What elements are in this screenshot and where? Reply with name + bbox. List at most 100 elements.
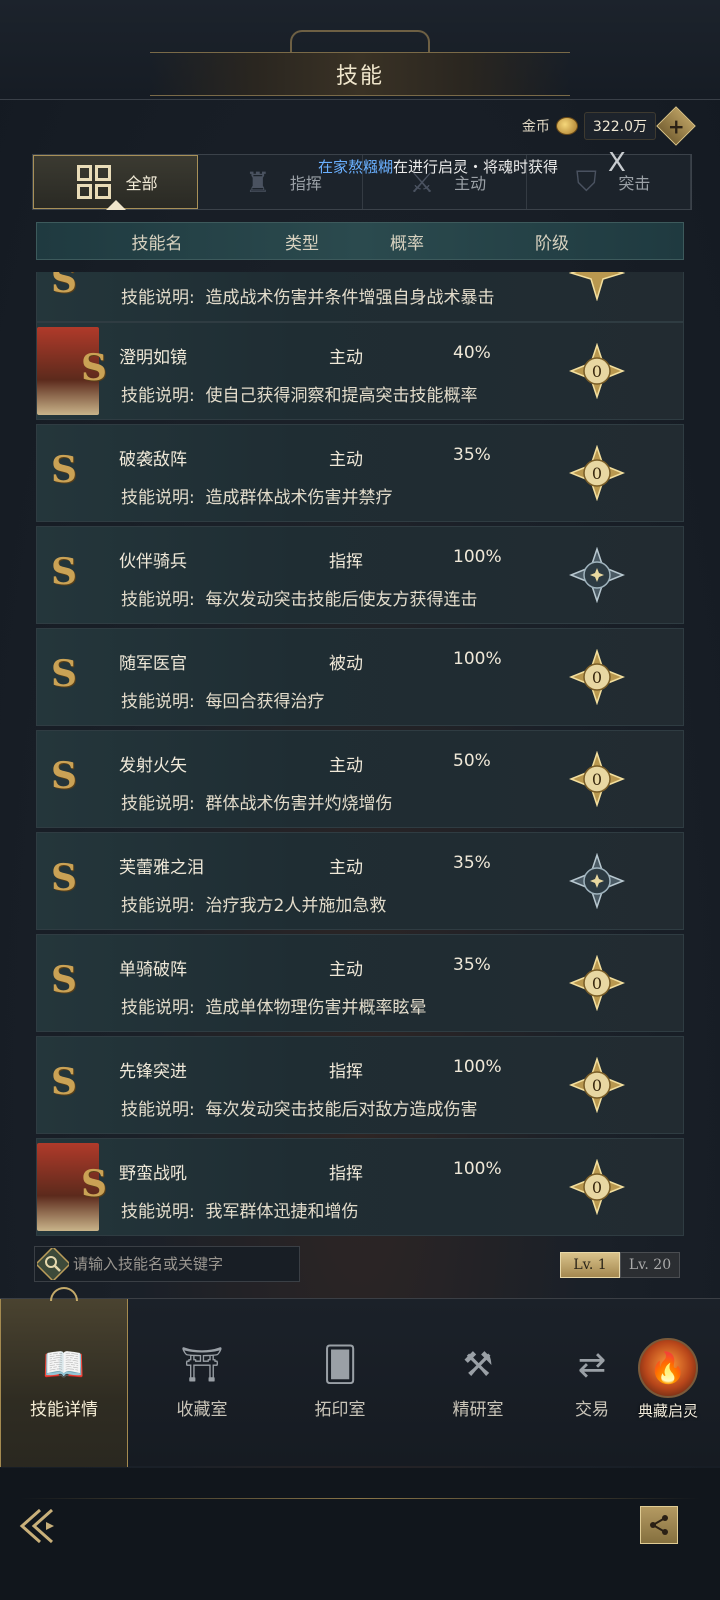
nav-rubbing-room[interactable]: 🂠 拓印室 (276, 1299, 404, 1467)
hammer-icon: ⚒ (462, 1345, 494, 1385)
skill-description: 技能说明: 使自己获得洞察和提高突击技能概率 (121, 381, 478, 406)
nav-collection-room[interactable]: ⛩ 收藏室 (138, 1299, 266, 1467)
title-ornament-knot (290, 30, 430, 54)
ticker-close-button[interactable]: X (608, 148, 626, 178)
tab-active-caret (105, 200, 126, 210)
cards-icon: 🂠 (322, 1345, 358, 1385)
skill-rate: 100% (453, 547, 502, 567)
skill-row[interactable]: S 伙伴骑兵 指挥 100% 技能说明: 每次发动突击技能后使友方获得连击 (36, 526, 684, 624)
ticker-message: 在进行启灵・将魂时获得 (393, 158, 559, 176)
s-rank-badge: S (51, 551, 77, 593)
skill-row[interactable]: S 随军医官 被动 100% 技能说明: 每回合获得治疗 0 (36, 628, 684, 726)
share-button[interactable] (640, 1506, 678, 1544)
skill-row[interactable]: S 澄明如镜 主动 40% 技能说明: 使自己获得洞察和提高突击技能概率 0 (36, 322, 684, 420)
s-rank-badge: S (81, 1163, 107, 1205)
skill-description-text: 治疗我方2人并施加急救 (205, 896, 387, 916)
skill-description-text: 造成群体战术伤害并禁疗 (205, 488, 393, 508)
skill-rate: 100% (453, 1057, 502, 1077)
collection-awaken-button[interactable]: 🔥 典藏启灵 (628, 1338, 708, 1438)
rank-emblem-icon[interactable]: 0 (569, 445, 625, 501)
search-icon[interactable] (37, 1248, 69, 1280)
skill-rate: 35% (453, 853, 491, 873)
skill-description-prefix: 技能说明: (121, 488, 195, 508)
skill-type: 主动 (329, 960, 363, 980)
title-banner: 技能 (150, 52, 570, 96)
tower-icon: ♜ (245, 165, 271, 199)
gold-label: 金币 (521, 119, 550, 135)
grid-icon (74, 162, 114, 202)
rank-emblem-icon[interactable]: 0 (569, 955, 625, 1011)
rank-level-text: 0 (592, 974, 602, 993)
level-20-button[interactable]: Lv. 20 (620, 1252, 680, 1278)
skill-description: 技能说明: 造成群体战术伤害并禁疗 (121, 483, 393, 508)
rank-emblem-icon[interactable] (569, 853, 625, 909)
gold-currency: 金币 322.0万 + (521, 106, 696, 146)
skill-description-text: 造成单体物理伤害并概率眩晕 (205, 998, 427, 1018)
skill-row[interactable]: S 单骑破阵 主动 35% 技能说明: 造成单体物理伤害并概率眩晕 0 (36, 934, 684, 1032)
s-rank-badge: S (51, 857, 77, 899)
plus-icon: + (667, 113, 685, 138)
nav-label: 技能详情 (30, 1400, 98, 1420)
skill-rate: 100% (453, 1159, 502, 1179)
skill-description-text: 使自己获得洞察和提高突击技能概率 (205, 386, 478, 406)
nav-trade[interactable]: ⇄ 交易 (552, 1299, 632, 1467)
skill-type: 主动 (329, 450, 363, 470)
search-input[interactable] (73, 1255, 293, 1273)
gate-icon: ⛩ (180, 1345, 224, 1385)
share-icon (650, 1515, 668, 1535)
rank-level-text: 0 (592, 668, 602, 687)
s-rank-badge: S (51, 755, 77, 797)
skill-description: 技能说明: 治疗我方2人并施加急救 (121, 891, 386, 916)
skill-description-prefix: 技能说明: (121, 386, 195, 406)
rank-emblem-icon[interactable]: 0 (569, 343, 625, 399)
coin-icon (555, 117, 578, 135)
skill-rate: 100% (453, 649, 502, 669)
header-name: 技能名 (131, 233, 183, 254)
skill-row-partial[interactable]: S 技能说明: 造成战术伤害并条件增强自身战术暴击 (36, 272, 684, 322)
rank-emblem-icon[interactable]: 0 (569, 751, 625, 807)
skill-description-text: 每回合获得治疗 (205, 692, 325, 712)
skill-row[interactable]: S 野蛮战吼 指挥 100% 技能说明: 我军群体迅捷和增伤 0 (36, 1138, 684, 1236)
skill-description: 技能说明: 造成战术伤害并条件增强自身战术暴击 (121, 288, 495, 308)
header-rank: 阶级 (535, 233, 569, 254)
nav-active-caret (50, 1287, 78, 1301)
skill-row[interactable]: S 先锋突进 指挥 100% 技能说明: 每次发动突击技能后对敌方造成伤害 0 (36, 1036, 684, 1134)
skill-row[interactable]: S 破袭敌阵 主动 35% 技能说明: 造成群体战术伤害并禁疗 0 (36, 424, 684, 522)
s-rank-badge: S (81, 347, 107, 389)
add-gold-button[interactable]: + (656, 106, 696, 146)
bottom-nav: 📖 技能详情 ⛩ 收藏室 🂠 拓印室 ⚒ 精研室 ⇄ 交易 (0, 1287, 720, 1467)
skill-description-prefix: 技能说明: (121, 794, 195, 814)
skill-name: 随军医官 (119, 654, 187, 674)
nav-label: 交易 (575, 1400, 609, 1420)
skill-description-prefix: 技能说明: (121, 1202, 195, 1222)
level-1-button[interactable]: Lv. 1 (560, 1252, 620, 1278)
skill-name: 野蛮战吼 (119, 1164, 187, 1184)
rank-emblem-icon[interactable] (569, 547, 625, 603)
skill-rate: 50% (453, 751, 491, 771)
collection-awaken-label: 典藏启灵 (637, 1402, 698, 1420)
skill-row[interactable]: S 发射火矢 主动 50% 技能说明: 群体战术伤害并灼烧增伤 0 (36, 730, 684, 828)
skill-description-prefix: 技能说明: (121, 1100, 195, 1120)
skill-description: 技能说明: 造成单体物理伤害并概率眩晕 (121, 993, 427, 1018)
back-arrow-icon[interactable] (18, 1506, 64, 1546)
skill-list[interactable]: S 技能说明: 造成战术伤害并条件增强自身战术暴击 S 澄明如镜主动 40% 技能说明… (36, 272, 684, 1236)
skill-rate: 40% (453, 343, 491, 363)
rank-emblem-icon[interactable]: 0 (569, 649, 625, 705)
skill-book-icon: 📖 (42, 1345, 86, 1385)
rank-emblem-icon[interactable]: 0 (569, 1159, 625, 1215)
nav-research-room[interactable]: ⚒ 精研室 (414, 1299, 542, 1467)
tab-all[interactable]: 全部 (33, 155, 199, 210)
skill-name: 先锋突进 (119, 1062, 187, 1082)
ticker-player[interactable]: 在家熬糨糊 (318, 158, 393, 176)
skill-description: 技能说明: 每回合获得治疗 (121, 687, 325, 712)
broadcast-ticker: 在家熬糨糊在进行启灵・将魂时获得 (318, 156, 620, 178)
skill-rate: 35% (453, 955, 491, 975)
skill-name: 发射火矢 (119, 756, 187, 776)
rank-level-text: 0 (592, 1178, 602, 1197)
skill-name: 破袭敌阵 (119, 450, 187, 470)
skill-name: 芙蕾雅之泪 (119, 858, 204, 878)
skill-row[interactable]: S 芙蕾雅之泪 主动 35% 技能说明: 治疗我方2人并施加急救 (36, 832, 684, 930)
nav-skill-details[interactable]: 📖 技能详情 (0, 1287, 128, 1467)
rank-emblem-icon[interactable]: 0 (569, 1057, 625, 1113)
skill-name: 澄明如镜 (119, 348, 187, 368)
